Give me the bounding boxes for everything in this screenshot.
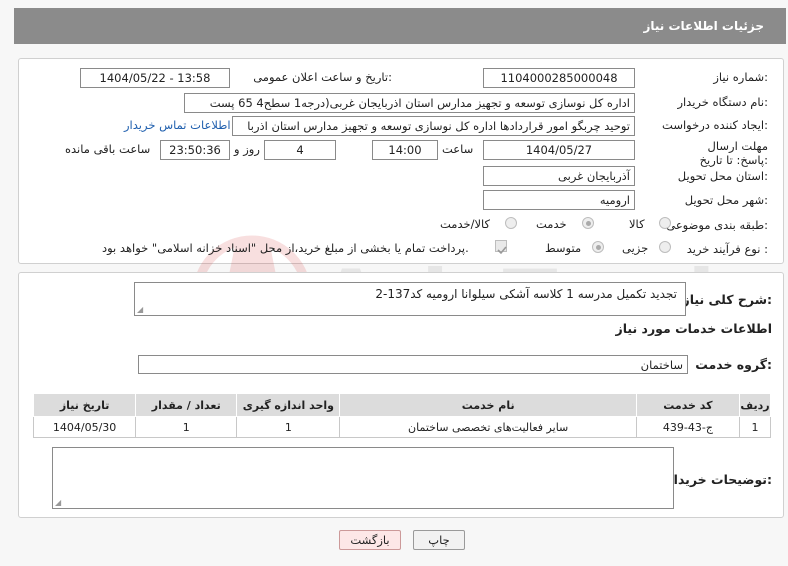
col-header-unit: واحد اندازه گیری	[236, 393, 341, 417]
need-info-section	[18, 58, 784, 264]
process-radio-medium[interactable]	[592, 241, 604, 253]
cell-unit: 1	[236, 416, 341, 438]
payment-note: پرداخت تمام یا بخشی از مبلغ خرید،از محل …	[102, 241, 469, 255]
deadline-label: مهلت ارسال پاسخ: تا تاریخ:	[699, 139, 768, 167]
col-header-name: نام خدمت	[339, 393, 637, 417]
city-label: شهر محل تحویل:	[684, 193, 768, 207]
deadline-time-label: ساعت	[442, 142, 474, 156]
services-table-header: ردیف کد خدمت نام خدمت واحد اندازه گیری ت…	[32, 393, 772, 417]
remaining-time-field[interactable]: 23:50:36	[160, 140, 230, 160]
check-icon	[497, 246, 507, 255]
process-option-minor: جزیی	[622, 241, 649, 255]
summary-text: تجدید تکمیل مدرسه 1 کلاسه آشکی سیلوانا ا…	[375, 287, 677, 301]
process-radio-minor[interactable]	[659, 241, 671, 253]
print-button[interactable]: چاپ	[413, 530, 465, 550]
days-field[interactable]: 4	[264, 140, 336, 160]
creator-field[interactable]: توحید چربگو امور قراردادها اداره کل نوسا…	[232, 116, 635, 136]
buyer-org-label: نام دستگاه خریدار:	[677, 95, 768, 109]
resize-grip-icon: ◢	[137, 305, 144, 314]
need-number-field[interactable]: 1104000285000048	[483, 68, 635, 88]
back-button[interactable]: بازگشت	[339, 530, 401, 550]
cell-date: 1404/05/30	[32, 416, 137, 438]
need-number-label: شماره نیاز:	[713, 70, 768, 84]
col-header-row: ردیف	[738, 393, 772, 417]
city-field[interactable]: ارومیه	[483, 190, 635, 210]
category-radio-goods-service[interactable]	[505, 217, 517, 229]
col-header-code: کد خدمت	[635, 393, 740, 417]
col-header-qty: تعداد / مقدار	[135, 393, 238, 417]
category-option-goods-service: کالا/خدمت	[440, 217, 491, 231]
category-option-goods: کالا	[629, 217, 645, 231]
category-radio-service[interactable]	[582, 217, 594, 229]
summary-label: شرح کلی نیاز:	[682, 292, 773, 307]
deadline-date-field[interactable]: 1404/05/27	[483, 140, 635, 160]
services-title: اطلاعات خدمات مورد نیاز	[615, 321, 773, 336]
announce-date-label: تاریخ و ساعت اعلان عمومی:	[253, 70, 392, 84]
services-table: ردیف کد خدمت نام خدمت واحد اندازه گیری ت…	[32, 393, 772, 438]
process-option-medium: متوسط	[545, 241, 582, 255]
header-bar: جزئیات اطلاعات نیاز	[14, 8, 786, 44]
buyer-notes-textarea[interactable]: ◢	[52, 447, 674, 509]
cell-qty: 1	[135, 416, 238, 438]
cell-row: 1	[738, 416, 772, 438]
buyer-notes-label: توضیحات خریدار:	[666, 472, 772, 487]
announce-date-field[interactable]: 1404/05/22 - 13:58	[80, 68, 230, 88]
service-group-label: گروه خدمت:	[695, 357, 772, 372]
treasury-checkbox[interactable]	[495, 240, 507, 255]
deadline-time-field[interactable]: 14:00	[372, 140, 438, 160]
service-group-field[interactable]: ساختمان	[138, 355, 688, 374]
province-label: استان محل تحویل:	[677, 169, 768, 183]
creator-label: ایجاد کننده درخواست:	[662, 118, 768, 132]
resize-grip-icon: ◢	[55, 498, 62, 507]
page-title: جزئیات اطلاعات نیاز	[643, 19, 764, 33]
contact-buyer-link[interactable]: اطلاعات تماس خریدار	[124, 118, 231, 132]
col-header-date: تاریخ نیاز	[32, 393, 137, 417]
category-radio-goods[interactable]	[659, 217, 671, 229]
cell-code: ج-43-439	[635, 416, 740, 438]
category-label: طبقه بندی موضوعی:	[666, 218, 768, 232]
summary-textarea[interactable]: تجدید تکمیل مدرسه 1 کلاسه آشکی سیلوانا ا…	[134, 282, 686, 316]
table-row[interactable]: 1 ج-43-439 سایر فعالیت‌های تخصصی ساختمان…	[32, 416, 772, 438]
process-label: نوع فرآیند خرید :	[686, 242, 768, 256]
buyer-org-field[interactable]: اداره کل نوسازی توسعه و تجهیز مدارس استا…	[184, 93, 635, 113]
province-field[interactable]: آذربایجان غربی	[483, 166, 635, 186]
days-label: روز و	[234, 142, 260, 156]
remaining-label: ساعت باقی مانده	[65, 142, 151, 156]
cell-name: سایر فعالیت‌های تخصصی ساختمان	[339, 416, 637, 438]
category-option-service: خدمت	[536, 217, 567, 231]
